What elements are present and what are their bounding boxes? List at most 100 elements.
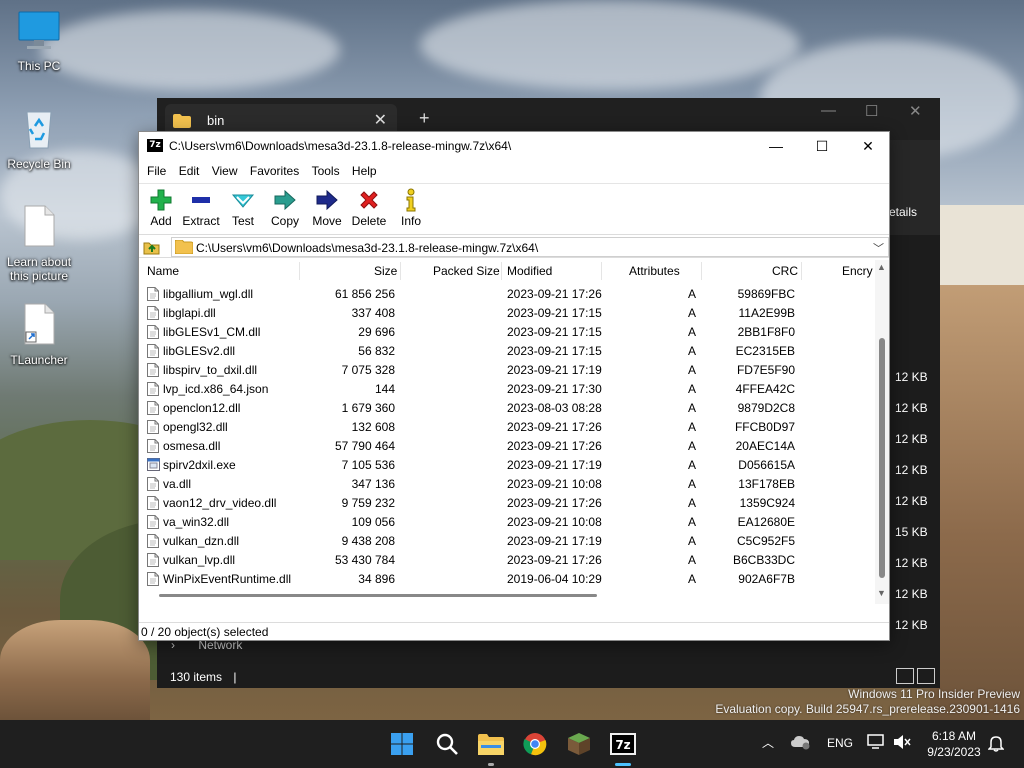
details-view-icon[interactable] bbox=[896, 668, 914, 684]
cloud bbox=[40, 10, 340, 90]
file-row[interactable]: opengl32.dll 132 608 2023-09-21 17:26 A FFCB… bbox=[139, 418, 875, 437]
file-crc: FFCB0D97 bbox=[734, 420, 795, 434]
tiles-view-icon[interactable] bbox=[917, 668, 935, 684]
file-name: va_win32.dll bbox=[163, 515, 230, 529]
column-size[interactable]: Size bbox=[374, 264, 397, 278]
scroll-down-arrow-icon[interactable]: ▼ bbox=[877, 588, 886, 598]
volume-muted-icon[interactable] bbox=[893, 734, 911, 753]
column-divider[interactable] bbox=[501, 262, 502, 280]
network-icon[interactable] bbox=[867, 734, 885, 753]
taskbar-chrome[interactable] bbox=[521, 730, 549, 758]
info-button[interactable]: Info bbox=[389, 186, 433, 228]
taskbar-minecraft[interactable] bbox=[565, 730, 593, 758]
chevron-down-icon[interactable]: ﹀ bbox=[873, 240, 884, 256]
file-row[interactable]: libgallium_wgl.dll 61 856 256 2023-09-21 1… bbox=[139, 285, 875, 304]
executable-file-icon bbox=[147, 458, 160, 474]
7zip-file-manager-window[interactable]: 7z C:\Users\vm6\Downloads\mesa3d-23.1.8-… bbox=[138, 131, 890, 641]
menu-view[interactable]: View bbox=[204, 160, 238, 182]
taskbar-7zip[interactable]: 7z bbox=[609, 730, 637, 766]
file-row[interactable]: libspirv_to_dxil.dll 7 075 328 2023-09-21 … bbox=[139, 361, 875, 380]
close-tab-icon[interactable]: ✕ bbox=[374, 110, 387, 130]
file-attributes: A bbox=[688, 420, 697, 434]
file-row[interactable]: WinPixEventRuntime.dll 34 896 2019-06-04 1… bbox=[139, 570, 875, 589]
file-crc: C5C952F5 bbox=[736, 534, 795, 548]
file-row[interactable]: osmesa.dll 57 790 464 2023-09-21 17:26 A 20A… bbox=[139, 437, 875, 456]
column-divider[interactable] bbox=[400, 262, 401, 280]
close-icon[interactable]: ✕ bbox=[909, 102, 922, 120]
details-button[interactable]: etails bbox=[889, 205, 917, 219]
explorer-size-column: 12 KB 12 KB 12 KB 12 KB 12 KB 15 KB 12 K… bbox=[895, 370, 928, 649]
file-crc: 13F178EB bbox=[738, 477, 795, 491]
file-modified: 2023-09-21 17:19 bbox=[507, 458, 602, 472]
file-row[interactable]: libglapi.dll 337 408 2023-09-21 17:15 A 11A2… bbox=[139, 304, 875, 323]
maximize-button[interactable]: ☐ bbox=[799, 132, 845, 160]
file-row[interactable]: openclon12.dll 1 679 360 2023-08-03 08:28 A… bbox=[139, 399, 875, 418]
onedrive-icon[interactable] bbox=[791, 734, 811, 753]
column-name[interactable]: Name bbox=[147, 264, 179, 278]
scrollbar-thumb[interactable] bbox=[879, 338, 885, 578]
menu-tools[interactable]: Tools bbox=[304, 160, 340, 182]
file-row[interactable]: vulkan_dzn.dll 9 438 208 2023-09-21 17:19 A… bbox=[139, 532, 875, 551]
file-list[interactable]: Name Size Packed Size Modified Attribute… bbox=[139, 260, 889, 604]
scrollbar-thumb[interactable] bbox=[159, 594, 597, 597]
move-label: Move bbox=[312, 214, 342, 228]
file-icon bbox=[147, 515, 159, 532]
menu-help[interactable]: Help bbox=[344, 160, 377, 182]
delete-button[interactable]: Delete bbox=[347, 186, 391, 228]
column-attributes[interactable]: Attributes bbox=[629, 264, 680, 278]
desktop-icon-tlauncher[interactable]: TLauncher bbox=[1, 302, 77, 367]
test-label: Test bbox=[231, 214, 254, 228]
test-button[interactable]: Test bbox=[221, 186, 265, 228]
menu-favorites[interactable]: Favorites bbox=[242, 160, 299, 182]
file-icon bbox=[147, 477, 159, 494]
maximize-icon[interactable]: ☐ bbox=[865, 102, 878, 120]
desktop-icon-recycle-bin[interactable]: Recycle Bin bbox=[1, 106, 77, 171]
add-button[interactable]: Add bbox=[139, 186, 183, 228]
chevron-up-icon[interactable]: ︿ bbox=[762, 734, 774, 751]
close-button[interactable]: ✕ bbox=[845, 132, 891, 160]
language-indicator[interactable]: ENG bbox=[827, 736, 853, 750]
search-button[interactable] bbox=[433, 730, 461, 758]
copy-button[interactable]: Copy bbox=[263, 186, 307, 228]
path-field[interactable]: C:\Users\vm6\Downloads\mesa3d-23.1.8-rel… bbox=[171, 237, 889, 257]
column-divider[interactable] bbox=[701, 262, 702, 280]
column-encrypted[interactable]: Encry bbox=[842, 264, 873, 278]
minimize-button[interactable]: — bbox=[753, 132, 799, 160]
column-divider[interactable] bbox=[601, 262, 602, 280]
file-row[interactable]: lvp_icd.x86_64.json 144 2023-09-21 17:30 A 4… bbox=[139, 380, 875, 399]
column-crc[interactable]: CRC bbox=[772, 264, 798, 278]
file-row[interactable]: libGLESv2.dll 56 832 2023-09-21 17:15 A EC23… bbox=[139, 342, 875, 361]
desktop-icon-learn-about-picture[interactable]: Learn about this picture bbox=[1, 204, 77, 283]
taskbar-file-explorer[interactable] bbox=[477, 730, 505, 766]
column-modified[interactable]: Modified bbox=[507, 264, 552, 278]
extract-button[interactable]: Extract bbox=[179, 186, 223, 228]
start-button[interactable] bbox=[388, 730, 416, 758]
clock[interactable]: 6:18 AM 9/23/2023 bbox=[918, 728, 990, 760]
file-row[interactable]: libGLESv1_CM.dll 29 696 2023-09-21 17:15 A 2… bbox=[139, 323, 875, 342]
file-crc: 4FFEA42C bbox=[735, 382, 795, 396]
folder-icon bbox=[478, 734, 504, 755]
add-label: Add bbox=[150, 214, 172, 228]
folder-up-icon[interactable] bbox=[143, 238, 161, 259]
new-tab-button[interactable]: + bbox=[419, 108, 430, 129]
menu-edit[interactable]: Edit bbox=[171, 160, 200, 182]
minimize-icon[interactable]: — bbox=[821, 102, 836, 119]
column-divider[interactable] bbox=[299, 262, 300, 280]
column-divider[interactable] bbox=[801, 262, 802, 280]
file-row[interactable]: va.dll 347 136 2023-09-21 10:08 A 13F178EB bbox=[139, 475, 875, 494]
vertical-scrollbar[interactable]: ▲ ▼ bbox=[875, 260, 889, 604]
move-button[interactable]: Move bbox=[305, 186, 349, 228]
double-arrow-icon bbox=[263, 186, 307, 214]
file-row[interactable]: vaon12_drv_video.dll 9 759 232 2023-09-21 … bbox=[139, 494, 875, 513]
menu-file[interactable]: File bbox=[139, 160, 166, 182]
desktop-icon-this-pc[interactable]: This PC bbox=[1, 8, 77, 73]
file-row[interactable]: vulkan_lvp.dll 53 430 784 2023-09-21 17:26… bbox=[139, 551, 875, 570]
horizontal-scrollbar[interactable] bbox=[139, 588, 875, 604]
scroll-up-arrow-icon[interactable]: ▲ bbox=[877, 262, 886, 272]
notification-bell-icon[interactable] bbox=[987, 734, 1005, 755]
file-row[interactable]: va_win32.dll 109 056 2023-09-21 10:08 A EA12… bbox=[139, 513, 875, 532]
file-size: 12 KB bbox=[895, 370, 928, 384]
file-name: libglapi.dll bbox=[163, 306, 216, 320]
file-row[interactable]: spirv2dxil.exe 7 105 536 2023-09-21 17:19 A… bbox=[139, 456, 875, 475]
column-packed-size[interactable]: Packed Size bbox=[433, 264, 500, 278]
